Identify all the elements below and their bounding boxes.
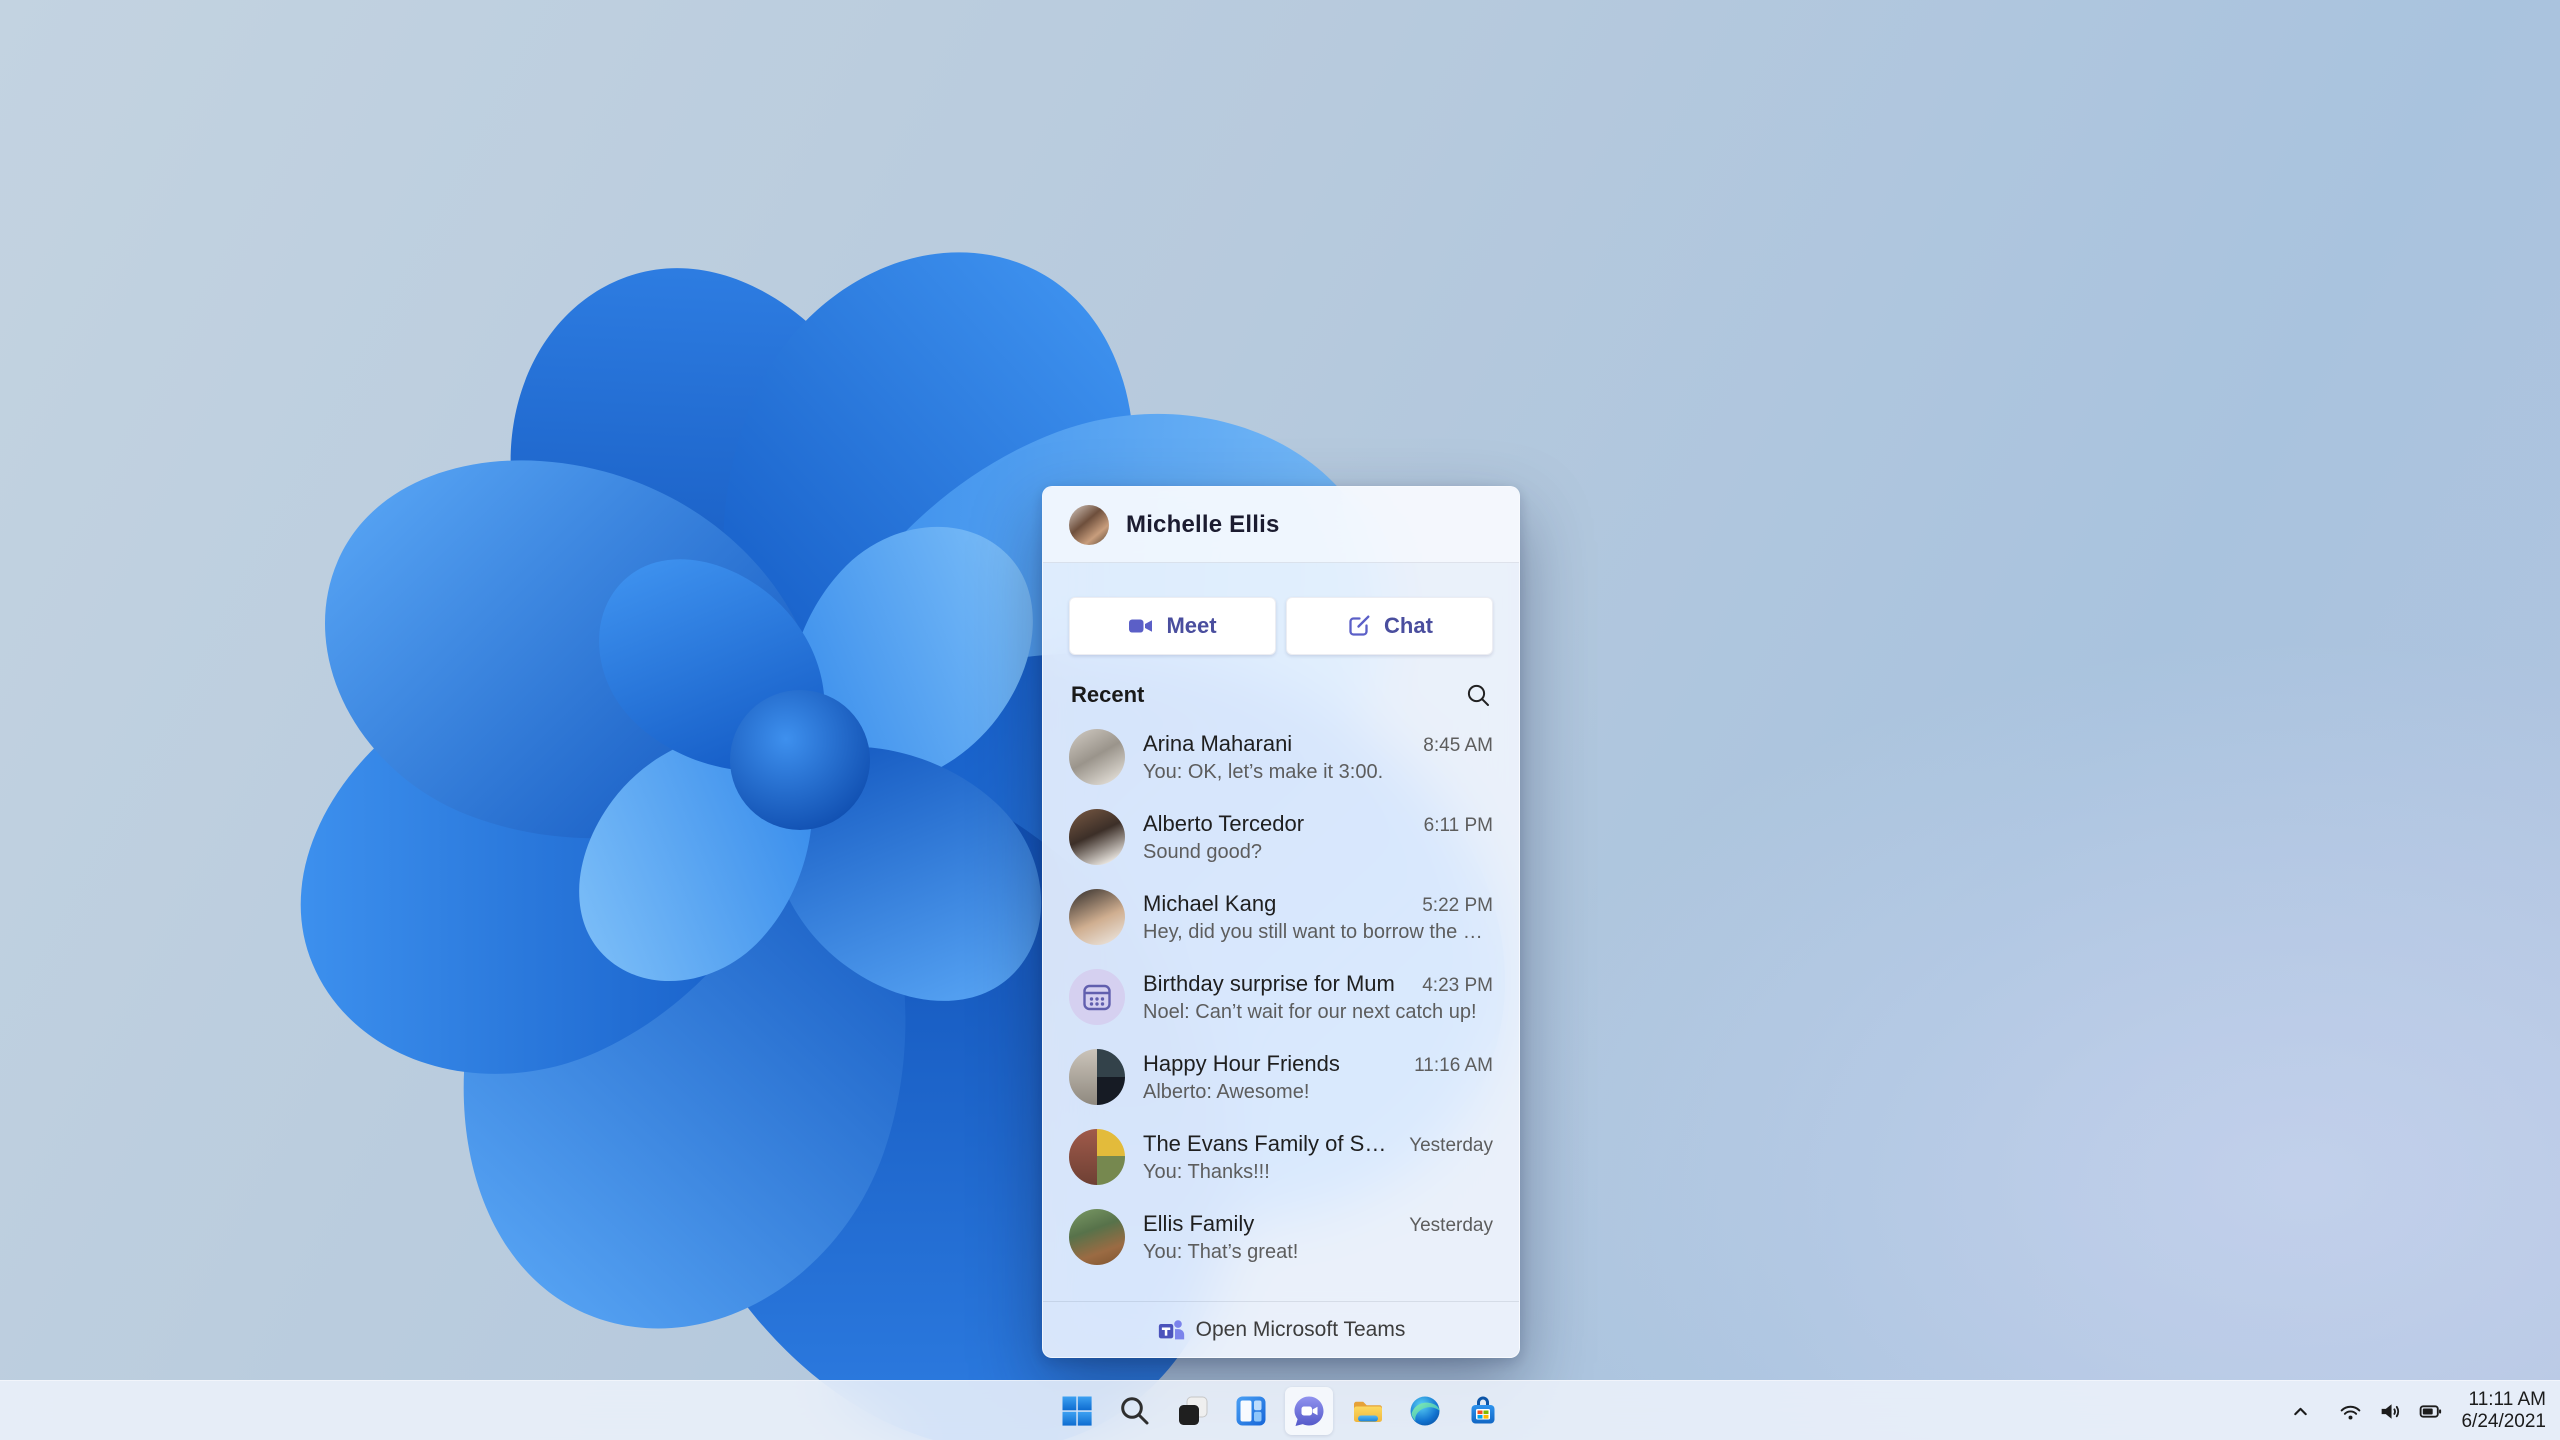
conversation-row[interactable]: Ellis Family Yesterday You: That’s great… [1043,1197,1519,1277]
calendar-icon [1083,984,1111,1011]
task-view-icon [1179,1396,1208,1425]
store-bag-icon [1471,1396,1495,1424]
conversation-time: 11:16 AM [1414,1054,1493,1076]
teams-chat-icon [1294,1396,1324,1426]
conversation-text: The Evans Family of Supers Yesterday You… [1143,1131,1493,1184]
conversation-preview: You: That’s great! [1143,1240,1299,1263]
flyout-footer: Open Microsoft Teams [1043,1301,1519,1357]
conversation-preview: You: OK, let’s make it 3:00. [1143,760,1384,783]
conversation-avatar [1069,1209,1125,1265]
search-taskbar-button[interactable] [1111,1387,1159,1435]
conversation-avatar [1069,729,1125,785]
conversation-avatar [1069,809,1125,865]
open-teams-button[interactable]: Open Microsoft Teams [1157,1316,1406,1344]
conversation-avatar [1069,1049,1125,1105]
edge-button[interactable] [1401,1387,1449,1435]
chat-taskbar-button[interactable] [1285,1387,1333,1435]
conversation-row[interactable]: The Evans Family of Supers Yesterday You… [1043,1117,1519,1197]
wifi-icon [2340,1405,2361,1420]
clock-time: 11:11 AM [2468,1389,2546,1410]
battery-button[interactable] [2413,1394,2447,1428]
video-camera-icon [1129,619,1153,633]
widgets-button[interactable] [1227,1387,1275,1435]
chat-button-label: Chat [1384,613,1433,638]
conversation-time: 6:11 PM [1423,814,1493,836]
action-buttons: Meet Chat [1069,597,1493,655]
conversation-name: Arina Maharani [1143,730,1293,756]
teams-chat-flyout: Michelle Ellis Meet Chat Recent Arina Ma… [1042,486,1520,1358]
meet-button-label: Meet [1166,613,1217,638]
search-icon [1467,684,1489,706]
conversation-text: Birthday surprise for Mum 4:23 PM Noel: … [1143,971,1493,1024]
desktop: Michelle Ellis Meet Chat Recent Arina Ma… [0,0,2560,1440]
conversation-text: Michael Kang 5:22 PM Hey, did you still … [1143,891,1493,944]
network-button[interactable] [2333,1394,2367,1428]
teams-logo-icon [1158,1319,1184,1339]
recent-header: Recent [1071,681,1491,709]
flyout-header: Michelle Ellis [1043,487,1519,563]
conversation-name: Michael Kang [1143,890,1277,916]
conversation-preview: You: Thanks!!! [1143,1160,1270,1183]
taskbar-center-icons [1053,1387,1507,1435]
conversation-avatar [1069,1129,1125,1185]
conversation-text: Happy Hour Friends 11:16 AM Alberto: Awe… [1143,1051,1493,1104]
conversation-time: 5:22 PM [1422,894,1493,916]
volume-icon [2381,1403,2399,1419]
conversation-text: Arina Maharani 8:45 AM You: OK, let’s ma… [1143,731,1493,784]
conversation-name: Alberto Tercedor [1143,810,1305,836]
compose-pen-icon [1349,615,1370,636]
conversation-preview: Hey, did you still want to borrow the no… [1143,920,1493,943]
open-teams-label: Open Microsoft Teams [1195,1317,1406,1341]
user-name: Michelle Ellis [1126,510,1280,538]
chat-button[interactable]: Chat [1286,597,1493,655]
conversation-time: Yesterday [1409,1214,1493,1236]
battery-icon [2419,1404,2442,1418]
conversation-preview: Alberto: Awesome! [1143,1080,1310,1103]
taskbar: 11:11 AM 6/24/2021 [0,1380,2560,1440]
widgets-icon [1236,1396,1266,1426]
conversation-row[interactable]: Michael Kang 5:22 PM Hey, did you still … [1043,877,1519,957]
search-icon [1121,1397,1149,1425]
search-button[interactable] [1465,682,1491,708]
conversation-preview: Noel: Can’t wait for our next catch up! [1143,1000,1477,1023]
conversation-avatar [1069,889,1125,945]
user-avatar[interactable] [1069,504,1109,545]
conversation-name: The Evans Family of Supers [1143,1130,1398,1156]
hidden-icons-button[interactable] [2283,1394,2317,1428]
conversation-time: 8:45 AM [1423,734,1493,756]
volume-button[interactable] [2373,1394,2407,1428]
conversation-time: 4:23 PM [1422,974,1493,996]
meet-button[interactable]: Meet [1069,597,1276,655]
conversation-list: Arina Maharani 8:45 AM You: OK, let’s ma… [1043,717,1519,1277]
recent-title: Recent [1071,682,1145,707]
chevron-up-icon [2294,1407,2307,1415]
conversation-row[interactable]: Arina Maharani 8:45 AM You: OK, let’s ma… [1043,717,1519,797]
conversation-row[interactable]: Alberto Tercedor 6:11 PM Sound good? [1043,797,1519,877]
conversation-name: Birthday surprise for Mum [1143,970,1395,996]
taskbar-clock[interactable]: 11:11 AM 6/24/2021 [2461,1389,2546,1433]
conversation-text: Alberto Tercedor 6:11 PM Sound good? [1143,811,1493,864]
start-button[interactable] [1053,1387,1101,1435]
task-view-button[interactable] [1169,1387,1217,1435]
edge-icon [1410,1396,1440,1426]
folder-icon [1354,1401,1382,1422]
clock-date: 6/24/2021 [2461,1411,2546,1432]
conversation-name: Ellis Family [1143,1210,1255,1236]
conversation-time: Yesterday [1409,1134,1493,1156]
microsoft-store-button[interactable] [1459,1387,1507,1435]
conversation-name: Happy Hour Friends [1143,1050,1340,1076]
conversation-row[interactable]: Happy Hour Friends 11:16 AM Alberto: Awe… [1043,1037,1519,1117]
conversation-avatar [1069,969,1125,1025]
system-tray: 11:11 AM 6/24/2021 [2283,1381,2546,1440]
windows-logo-icon [1062,1396,1092,1426]
conversation-preview: Sound good? [1143,840,1263,863]
conversation-row[interactable]: Birthday surprise for Mum 4:23 PM Noel: … [1043,957,1519,1037]
conversation-text: Ellis Family Yesterday You: That’s great… [1143,1211,1493,1264]
file-explorer-button[interactable] [1343,1387,1391,1435]
